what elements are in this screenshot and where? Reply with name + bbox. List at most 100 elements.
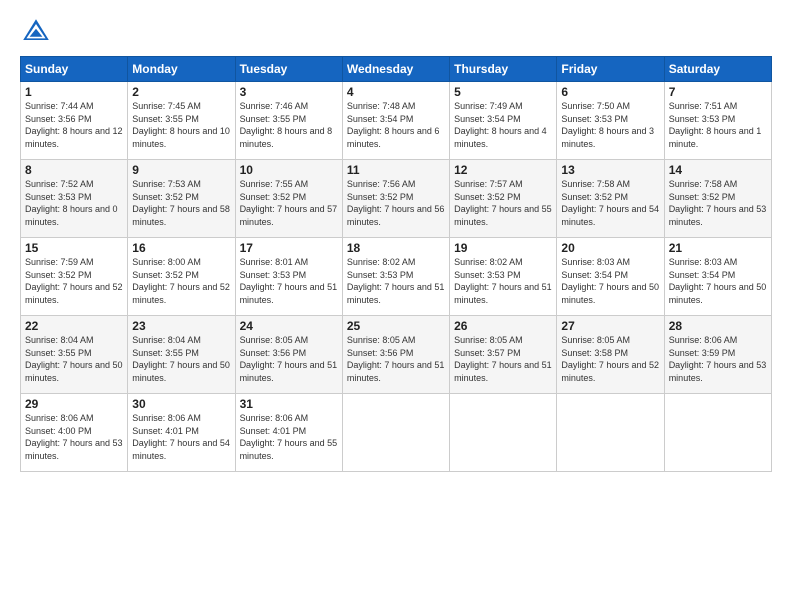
sunset-label: Sunset: 3:52 PM [25,270,92,280]
sunrise-label: Sunrise: 8:06 AM [25,413,94,423]
calendar-cell: 22 Sunrise: 8:04 AM Sunset: 3:55 PM Dayl… [21,316,128,394]
day-number: 5 [454,85,552,99]
day-info: Sunrise: 8:00 AM Sunset: 3:52 PM Dayligh… [132,256,230,306]
daylight-label: Daylight: 7 hours and 52 minutes. [132,282,230,305]
daylight-label: Daylight: 8 hours and 1 minute. [669,126,762,149]
sunrise-label: Sunrise: 8:05 AM [561,335,630,345]
day-info: Sunrise: 8:04 AM Sunset: 3:55 PM Dayligh… [132,334,230,384]
day-number: 16 [132,241,230,255]
sunrise-label: Sunrise: 7:55 AM [240,179,309,189]
daylight-label: Daylight: 7 hours and 51 minutes. [454,360,552,383]
day-number: 29 [25,397,123,411]
sunset-label: Sunset: 3:55 PM [132,348,199,358]
sunset-label: Sunset: 3:57 PM [454,348,521,358]
calendar-cell: 25 Sunrise: 8:05 AM Sunset: 3:56 PM Dayl… [342,316,449,394]
calendar-week-5: 29 Sunrise: 8:06 AM Sunset: 4:00 PM Dayl… [21,394,772,472]
sunset-label: Sunset: 3:53 PM [669,114,736,124]
calendar-header-tuesday: Tuesday [235,57,342,82]
sunset-label: Sunset: 3:52 PM [347,192,414,202]
sunrise-label: Sunrise: 7:51 AM [669,101,738,111]
sunset-label: Sunset: 3:54 PM [454,114,521,124]
calendar-cell: 3 Sunrise: 7:46 AM Sunset: 3:55 PM Dayli… [235,82,342,160]
sunrise-label: Sunrise: 8:05 AM [240,335,309,345]
day-number: 2 [132,85,230,99]
calendar-cell: 16 Sunrise: 8:00 AM Sunset: 3:52 PM Dayl… [128,238,235,316]
calendar-cell: 18 Sunrise: 8:02 AM Sunset: 3:53 PM Dayl… [342,238,449,316]
header [20,16,772,48]
calendar-cell: 7 Sunrise: 7:51 AM Sunset: 3:53 PM Dayli… [664,82,771,160]
day-info: Sunrise: 7:51 AM Sunset: 3:53 PM Dayligh… [669,100,767,150]
day-info: Sunrise: 8:03 AM Sunset: 3:54 PM Dayligh… [561,256,659,306]
sunset-label: Sunset: 3:53 PM [25,192,92,202]
sunset-label: Sunset: 3:58 PM [561,348,628,358]
day-number: 4 [347,85,445,99]
sunset-label: Sunset: 3:55 PM [132,114,199,124]
sunrise-label: Sunrise: 8:03 AM [561,257,630,267]
sunrise-label: Sunrise: 7:58 AM [669,179,738,189]
day-number: 3 [240,85,338,99]
day-number: 31 [240,397,338,411]
sunrise-label: Sunrise: 8:01 AM [240,257,309,267]
calendar-cell: 19 Sunrise: 8:02 AM Sunset: 3:53 PM Dayl… [450,238,557,316]
calendar-cell: 10 Sunrise: 7:55 AM Sunset: 3:52 PM Dayl… [235,160,342,238]
calendar-cell [342,394,449,472]
day-number: 27 [561,319,659,333]
calendar-cell: 12 Sunrise: 7:57 AM Sunset: 3:52 PM Dayl… [450,160,557,238]
daylight-label: Daylight: 7 hours and 52 minutes. [25,282,123,305]
day-number: 26 [454,319,552,333]
sunset-label: Sunset: 3:55 PM [25,348,92,358]
calendar-header-saturday: Saturday [664,57,771,82]
daylight-label: Daylight: 7 hours and 54 minutes. [132,438,230,461]
day-number: 25 [347,319,445,333]
sunrise-label: Sunrise: 8:02 AM [454,257,523,267]
calendar-header-row: SundayMondayTuesdayWednesdayThursdayFrid… [21,57,772,82]
sunrise-label: Sunrise: 7:46 AM [240,101,309,111]
day-info: Sunrise: 7:55 AM Sunset: 3:52 PM Dayligh… [240,178,338,228]
daylight-label: Daylight: 7 hours and 55 minutes. [240,438,338,461]
sunset-label: Sunset: 4:00 PM [25,426,92,436]
day-info: Sunrise: 7:49 AM Sunset: 3:54 PM Dayligh… [454,100,552,150]
daylight-label: Daylight: 8 hours and 0 minutes. [25,204,118,227]
daylight-label: Daylight: 7 hours and 51 minutes. [347,360,445,383]
calendar-cell [664,394,771,472]
calendar-cell: 17 Sunrise: 8:01 AM Sunset: 3:53 PM Dayl… [235,238,342,316]
day-number: 17 [240,241,338,255]
calendar-cell: 2 Sunrise: 7:45 AM Sunset: 3:55 PM Dayli… [128,82,235,160]
sunset-label: Sunset: 3:52 PM [669,192,736,202]
day-info: Sunrise: 8:05 AM Sunset: 3:57 PM Dayligh… [454,334,552,384]
calendar-cell: 21 Sunrise: 8:03 AM Sunset: 3:54 PM Dayl… [664,238,771,316]
sunset-label: Sunset: 3:56 PM [347,348,414,358]
day-number: 14 [669,163,767,177]
daylight-label: Daylight: 7 hours and 53 minutes. [669,204,767,227]
day-info: Sunrise: 8:06 AM Sunset: 4:01 PM Dayligh… [132,412,230,462]
calendar-cell: 13 Sunrise: 7:58 AM Sunset: 3:52 PM Dayl… [557,160,664,238]
sunrise-label: Sunrise: 8:04 AM [132,335,201,345]
daylight-label: Daylight: 7 hours and 56 minutes. [347,204,445,227]
sunset-label: Sunset: 3:53 PM [454,270,521,280]
day-number: 23 [132,319,230,333]
day-number: 7 [669,85,767,99]
day-info: Sunrise: 8:03 AM Sunset: 3:54 PM Dayligh… [669,256,767,306]
day-number: 10 [240,163,338,177]
page: SundayMondayTuesdayWednesdayThursdayFrid… [0,0,792,612]
sunrise-label: Sunrise: 7:53 AM [132,179,201,189]
calendar-cell [557,394,664,472]
calendar-week-2: 8 Sunrise: 7:52 AM Sunset: 3:53 PM Dayli… [21,160,772,238]
day-info: Sunrise: 7:59 AM Sunset: 3:52 PM Dayligh… [25,256,123,306]
day-number: 12 [454,163,552,177]
sunrise-label: Sunrise: 8:04 AM [25,335,94,345]
day-info: Sunrise: 8:06 AM Sunset: 4:00 PM Dayligh… [25,412,123,462]
day-info: Sunrise: 8:01 AM Sunset: 3:53 PM Dayligh… [240,256,338,306]
calendar-cell: 28 Sunrise: 8:06 AM Sunset: 3:59 PM Dayl… [664,316,771,394]
logo-icon [20,16,52,48]
day-info: Sunrise: 8:04 AM Sunset: 3:55 PM Dayligh… [25,334,123,384]
day-info: Sunrise: 7:50 AM Sunset: 3:53 PM Dayligh… [561,100,659,150]
day-info: Sunrise: 7:53 AM Sunset: 3:52 PM Dayligh… [132,178,230,228]
calendar-cell: 4 Sunrise: 7:48 AM Sunset: 3:54 PM Dayli… [342,82,449,160]
daylight-label: Daylight: 7 hours and 50 minutes. [132,360,230,383]
sunset-label: Sunset: 3:52 PM [132,270,199,280]
day-info: Sunrise: 7:48 AM Sunset: 3:54 PM Dayligh… [347,100,445,150]
daylight-label: Daylight: 7 hours and 51 minutes. [240,360,338,383]
sunrise-label: Sunrise: 8:06 AM [669,335,738,345]
daylight-label: Daylight: 7 hours and 58 minutes. [132,204,230,227]
